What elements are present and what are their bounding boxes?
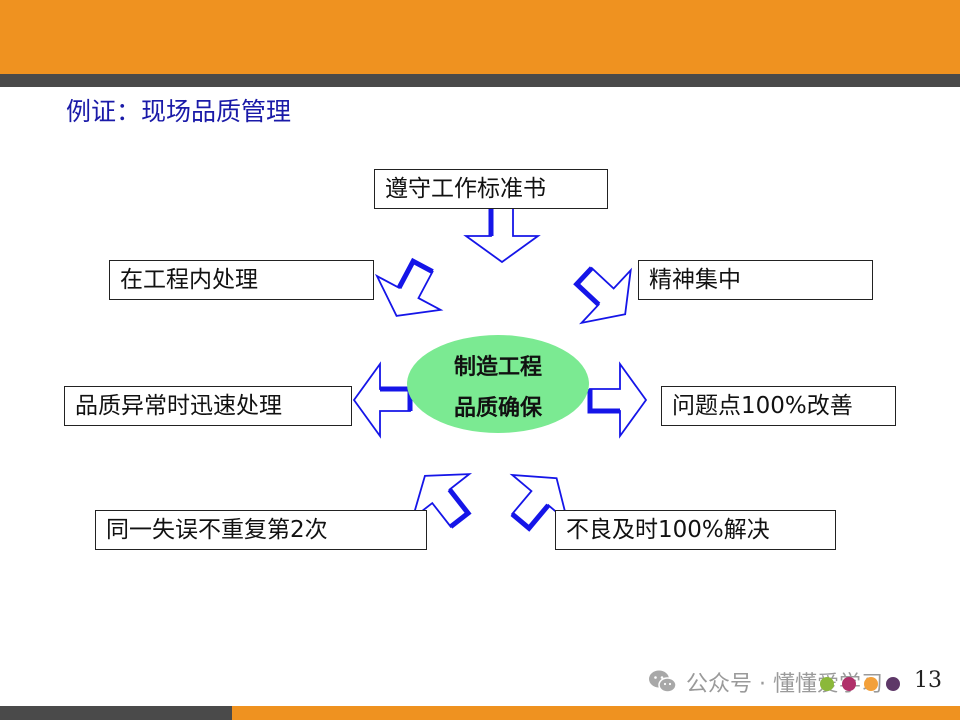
- arrow-from-upper-left: [365, 250, 455, 333]
- box-lower-right: 不良及时100%解决: [555, 510, 836, 550]
- center-line-2: 品质确保: [453, 396, 542, 421]
- footer-bar-dark: [0, 706, 232, 720]
- page-number: 13: [914, 668, 942, 693]
- box-upper-right: 精神集中: [638, 260, 873, 300]
- footer-bar-orange: [232, 706, 960, 720]
- arrow-from-mid-left: [354, 364, 410, 436]
- dot-magenta: [842, 677, 857, 691]
- box-upper-left: 在工程内处理: [109, 260, 374, 300]
- decorative-dots: [820, 676, 903, 692]
- arrow-from-top: [466, 206, 538, 262]
- box-mid-left: 品质异常时迅速处理: [64, 386, 352, 426]
- arrow-from-upper-right: [560, 250, 650, 341]
- wechat-icon: [649, 670, 677, 693]
- box-mid-right: 问题点100%改善: [661, 386, 896, 426]
- dot-green: [820, 677, 834, 691]
- box-lower-left: 同一失误不重复第2次: [95, 510, 427, 550]
- box-top: 遵守工作标准书: [374, 169, 608, 209]
- center-ellipse: 制造工程 品质确保: [407, 335, 589, 433]
- arrow-from-mid-right: [590, 364, 646, 436]
- center-line-1: 制造工程: [453, 355, 542, 380]
- dot-purple: [886, 677, 901, 691]
- dot-orange: [864, 677, 879, 691]
